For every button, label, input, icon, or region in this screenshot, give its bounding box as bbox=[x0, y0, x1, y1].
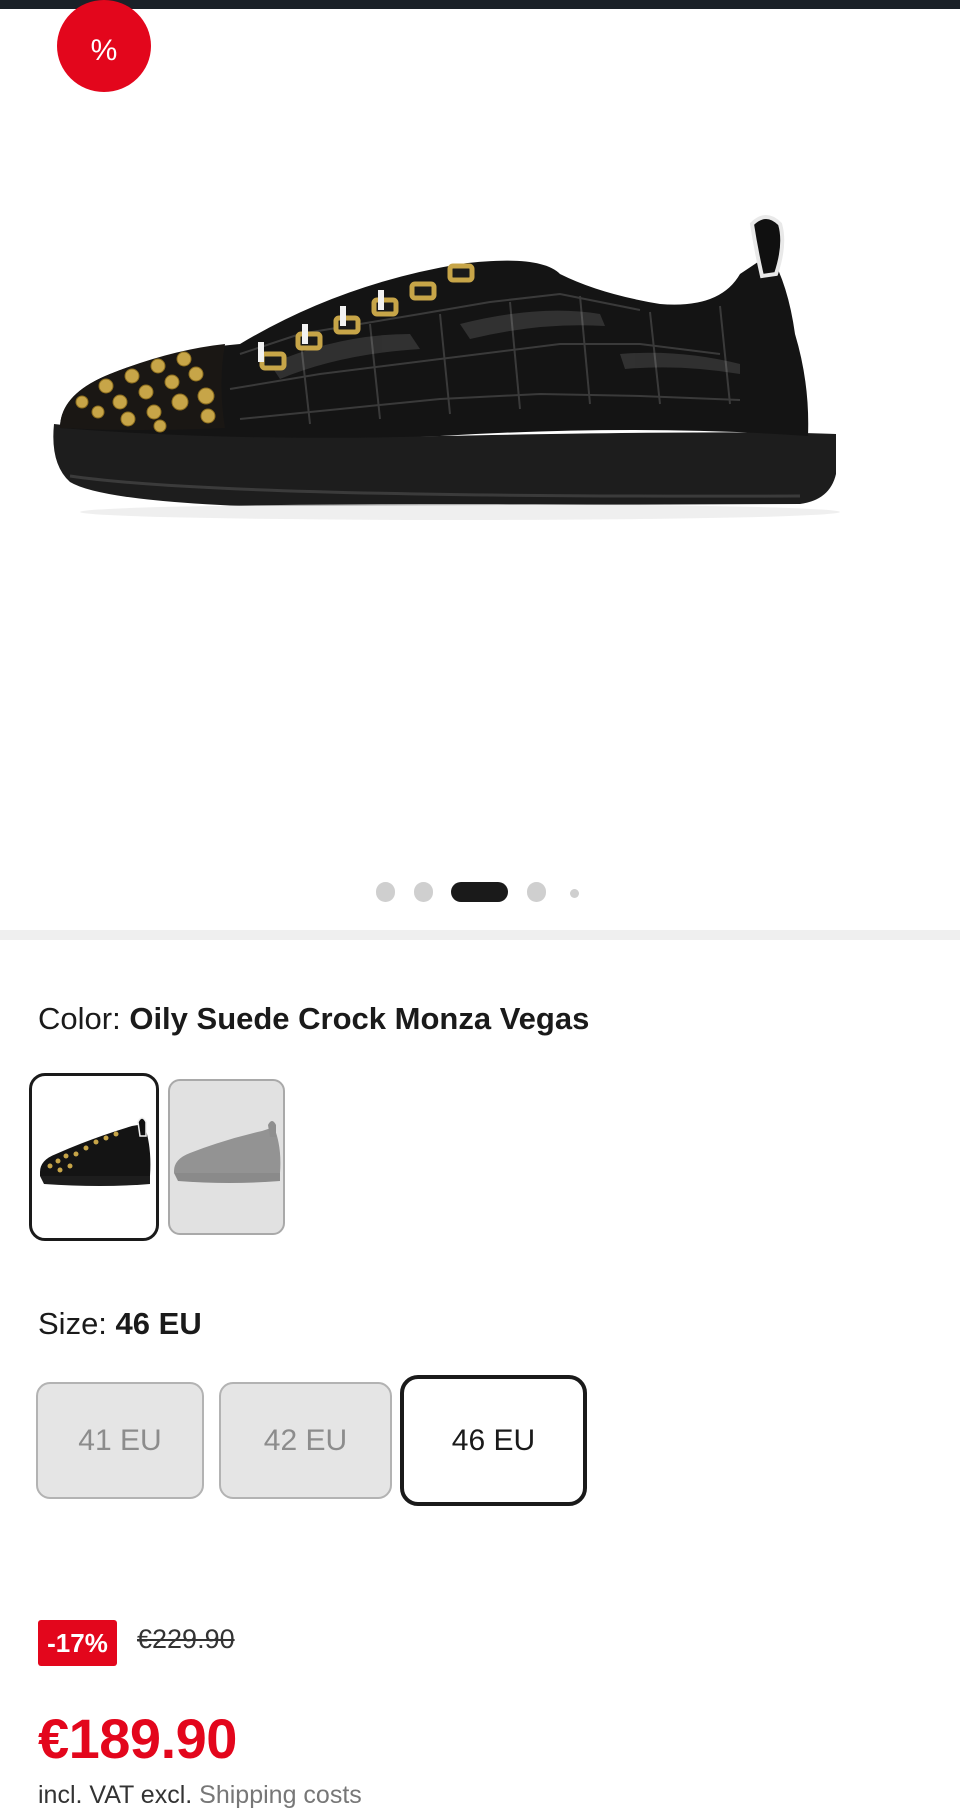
product-image[interactable] bbox=[40, 214, 930, 614]
top-bar bbox=[0, 0, 960, 9]
color-label-prefix: Color: bbox=[38, 1001, 121, 1036]
carousel-dot-4[interactable] bbox=[527, 882, 546, 902]
current-price: €189.90 bbox=[38, 1707, 237, 1770]
size-value: 46 EU bbox=[115, 1306, 202, 1341]
carousel-dot-2[interactable] bbox=[414, 882, 433, 902]
color-value: Oily Suede Crock Monza Vegas bbox=[129, 1001, 590, 1036]
carousel-dot-3-active[interactable] bbox=[451, 882, 508, 902]
size-label: Size: 46 EU bbox=[38, 1306, 202, 1342]
swatch-thumb-studded-sneaker bbox=[40, 1117, 151, 1186]
old-price: €229.90 bbox=[137, 1624, 235, 1654]
carousel-dot-1[interactable] bbox=[376, 882, 395, 902]
size-option-42[interactable]: 42 EU bbox=[219, 1382, 392, 1499]
section-divider bbox=[0, 930, 960, 940]
discount-badge: -17% bbox=[38, 1620, 117, 1666]
discount-circle-badge: % bbox=[57, 0, 151, 92]
size-option-label: 42 EU bbox=[263, 1423, 348, 1457]
size-option-label: 46 EU bbox=[451, 1423, 536, 1457]
carousel-dot-5[interactable] bbox=[570, 889, 579, 898]
shipping-costs-link[interactable]: Shipping costs bbox=[199, 1781, 362, 1809]
color-label: Color: Oily Suede Crock Monza Vegas bbox=[38, 1001, 589, 1037]
size-option-label: 41 EU bbox=[78, 1423, 162, 1457]
color-swatch-grey[interactable] bbox=[168, 1079, 285, 1235]
color-swatch-black-studded[interactable] bbox=[29, 1073, 159, 1241]
size-label-prefix: Size: bbox=[38, 1306, 107, 1341]
size-option-46[interactable]: 46 EU bbox=[400, 1375, 587, 1506]
product-gallery[interactable]: % bbox=[0, 0, 960, 930]
size-option-41[interactable]: 41 EU bbox=[36, 1382, 204, 1499]
swatch-thumb-grey-sneaker bbox=[174, 1121, 281, 1183]
percent-icon: % bbox=[90, 34, 118, 67]
vat-text: incl. VAT excl. bbox=[38, 1781, 193, 1809]
